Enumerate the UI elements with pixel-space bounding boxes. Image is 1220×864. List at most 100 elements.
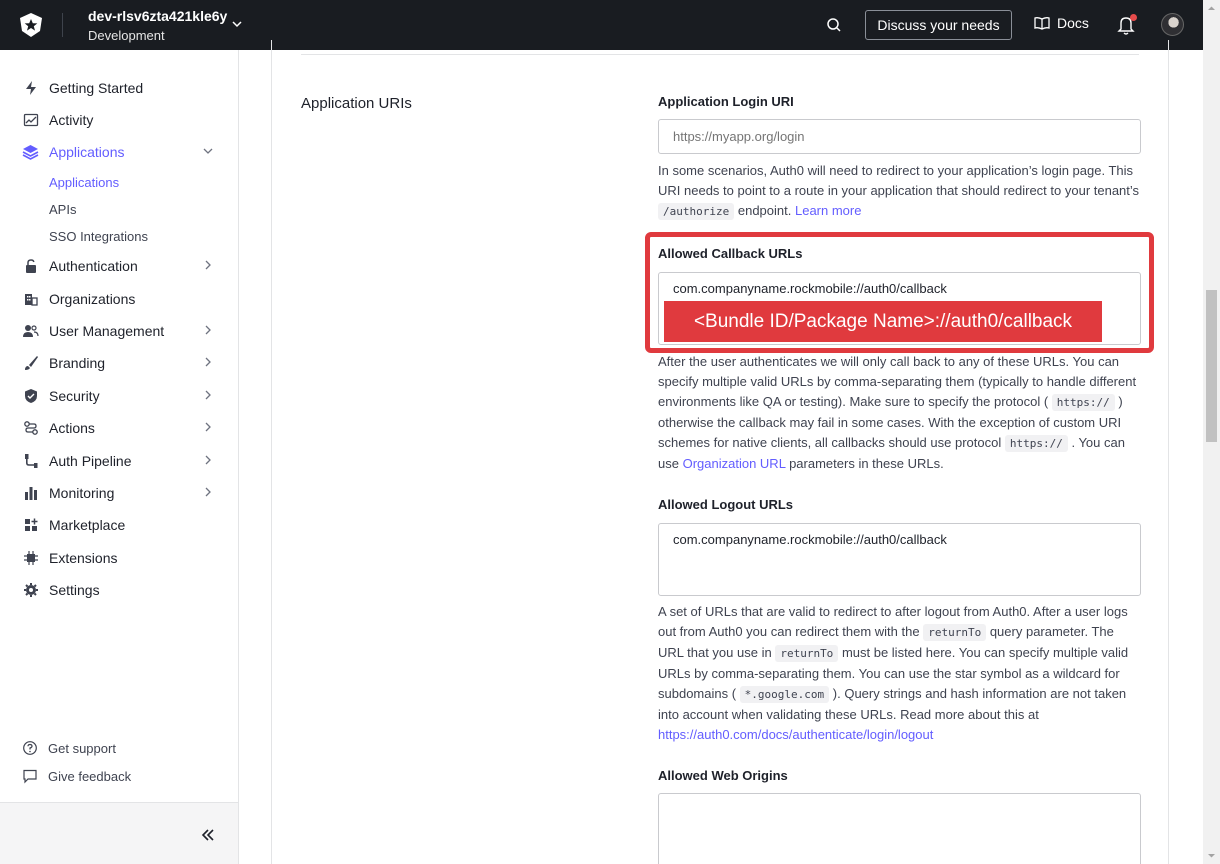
sidebar-item-branding[interactable]: Branding: [22, 351, 218, 375]
sidebar-item-label: Activity: [49, 112, 94, 128]
activity-icon: [22, 112, 39, 129]
sidebar-item-user-management[interactable]: User Management: [22, 319, 218, 343]
chevron-right-icon[interactable]: [202, 454, 214, 466]
sidebar-item-label: Authentication: [49, 258, 138, 274]
tenant-name[interactable]: dev-rlsv6zta421kle6y: [88, 8, 227, 24]
actions-icon: [22, 420, 39, 437]
sidebar-subitem-applications[interactable]: Applications: [49, 175, 119, 190]
tenant-environment: Development: [88, 28, 165, 43]
logout-docs-link[interactable]: https://auth0.com/docs/authenticate/logi…: [658, 727, 933, 742]
sidebar-item-label: Auth Pipeline: [49, 453, 132, 469]
sidebar-item-applications[interactable]: Applications: [22, 140, 218, 164]
sidebar-item-actions[interactable]: Actions: [22, 416, 218, 440]
sidebar-item-label: Getting Started: [49, 80, 144, 96]
bolt-icon: [22, 80, 39, 97]
sidebar-item-label: Extensions: [49, 550, 118, 566]
sidebar-item-label: Monitoring: [49, 485, 115, 501]
marketplace-icon: [22, 517, 39, 534]
lock-icon: [22, 258, 39, 275]
get-support-link[interactable]: Get support: [22, 740, 116, 756]
sidebar-item-marketplace[interactable]: Marketplace: [22, 513, 218, 537]
notification-badge: [1130, 14, 1137, 21]
layers-icon: [22, 144, 39, 161]
sidebar-item-extensions[interactable]: Extensions: [22, 546, 218, 570]
help-text: parameters in these URLs.: [789, 456, 944, 471]
collapse-sidebar-icon[interactable]: [200, 827, 216, 843]
sidebar-item-label: User Management: [49, 323, 165, 339]
section-title: Application URIs: [301, 95, 412, 112]
sidebar-item-monitoring[interactable]: Monitoring: [22, 481, 218, 505]
shield-icon: [22, 388, 39, 405]
help-text: In some scenarios, Auth0 will need to re…: [658, 163, 1140, 198]
login-uri-label: Application Login URI: [658, 94, 794, 109]
divider: [62, 13, 63, 37]
give-feedback-link[interactable]: Give feedback: [22, 768, 131, 784]
sidebar-item-auth-pipeline[interactable]: Auth Pipeline: [22, 449, 218, 473]
sidebar-item-authentication[interactable]: Authentication: [22, 254, 218, 278]
search-icon[interactable]: [824, 15, 844, 35]
chevron-down-icon[interactable]: [230, 17, 244, 31]
sidebar-item-organizations[interactable]: Organizations: [22, 287, 218, 311]
chevron-right-icon[interactable]: [202, 389, 214, 401]
scroll-down-icon[interactable]: [1203, 847, 1220, 864]
sidebar-item-label: Organizations: [49, 291, 136, 307]
divider: [301, 54, 1139, 55]
callback-urls-help: After the user authenticates we will onl…: [658, 352, 1142, 474]
get-support-label: Get support: [48, 740, 116, 756]
web-origins-label: Allowed Web Origins: [658, 768, 788, 783]
logout-urls-label: Allowed Logout URLs: [658, 497, 794, 512]
docs-label: Docs: [1057, 15, 1089, 31]
learn-more-link[interactable]: Learn more: [795, 203, 861, 218]
chevron-right-icon[interactable]: [202, 421, 214, 433]
help-text: endpoint.: [737, 203, 792, 218]
sidebar-footer: [0, 802, 238, 864]
inline-code: https://: [1004, 435, 1068, 452]
inline-code: *.google.com: [739, 686, 830, 703]
book-icon: [1034, 17, 1050, 30]
sidebar-item-getting-started[interactable]: Getting Started: [22, 76, 218, 100]
pipeline-icon: [22, 453, 39, 470]
sidebar-item-label: Marketplace: [49, 517, 126, 533]
give-feedback-label: Give feedback: [48, 768, 132, 784]
users-icon: [22, 323, 39, 340]
login-uri-input[interactable]: [658, 119, 1141, 154]
scroll-up-icon[interactable]: [1203, 0, 1220, 17]
web-origins-textarea[interactable]: [658, 793, 1141, 864]
logout-urls-help: A set of URLs that are valid to redirect…: [658, 602, 1142, 745]
help-circle-icon: [23, 741, 37, 755]
auth0-logo-icon[interactable]: [18, 12, 44, 38]
sidebar-item-label: Applications: [49, 144, 125, 160]
chevron-down-icon[interactable]: [202, 145, 214, 157]
bundle-id-annotation: <Bundle ID/Package Name>://auth0/callbac…: [664, 301, 1102, 342]
sidebar-item-label: Branding: [49, 355, 106, 371]
sidebar-item-label: Security: [49, 388, 100, 404]
chevron-right-icon[interactable]: [202, 356, 214, 368]
discuss-needs-button[interactable]: Discuss your needs: [865, 10, 1012, 40]
sidebar-subitem-apis[interactable]: APIs: [49, 202, 76, 217]
organization-url-link[interactable]: Organization URL: [683, 456, 786, 471]
main-content: Application URIs Application Login URI I…: [239, 40, 1203, 864]
avatar[interactable]: [1161, 13, 1184, 36]
sidebar-item-activity[interactable]: Activity: [22, 108, 218, 132]
sidebar-item-settings[interactable]: Settings: [22, 578, 218, 602]
login-uri-help: In some scenarios, Auth0 will need to re…: [658, 161, 1142, 222]
sidebar-subitem-sso-integrations[interactable]: SSO Integrations: [49, 229, 148, 244]
logout-urls-textarea[interactable]: com.companyname.rockmobile://auth0/callb…: [658, 523, 1141, 596]
chip-icon: [22, 550, 39, 567]
brush-icon: [22, 355, 39, 372]
sidebar-item-label: Settings: [49, 582, 100, 598]
chevron-right-icon[interactable]: [202, 324, 214, 336]
chevron-right-icon[interactable]: [202, 259, 214, 271]
building-icon: [22, 291, 39, 308]
inline-code: /authorize: [658, 203, 735, 220]
chevron-right-icon[interactable]: [202, 486, 214, 498]
docs-link[interactable]: Docs: [1034, 15, 1089, 31]
page-scrollbar[interactable]: [1203, 0, 1220, 864]
scrollbar-thumb[interactable]: [1206, 290, 1217, 442]
inline-code: https://: [1051, 394, 1115, 411]
sidebar: Getting Started Activity Applications Ap…: [0, 50, 239, 864]
sidebar-item-security[interactable]: Security: [22, 384, 218, 408]
inline-code: returnTo: [923, 624, 987, 641]
sidebar-item-label: Actions: [49, 420, 95, 436]
message-icon: [23, 769, 37, 784]
